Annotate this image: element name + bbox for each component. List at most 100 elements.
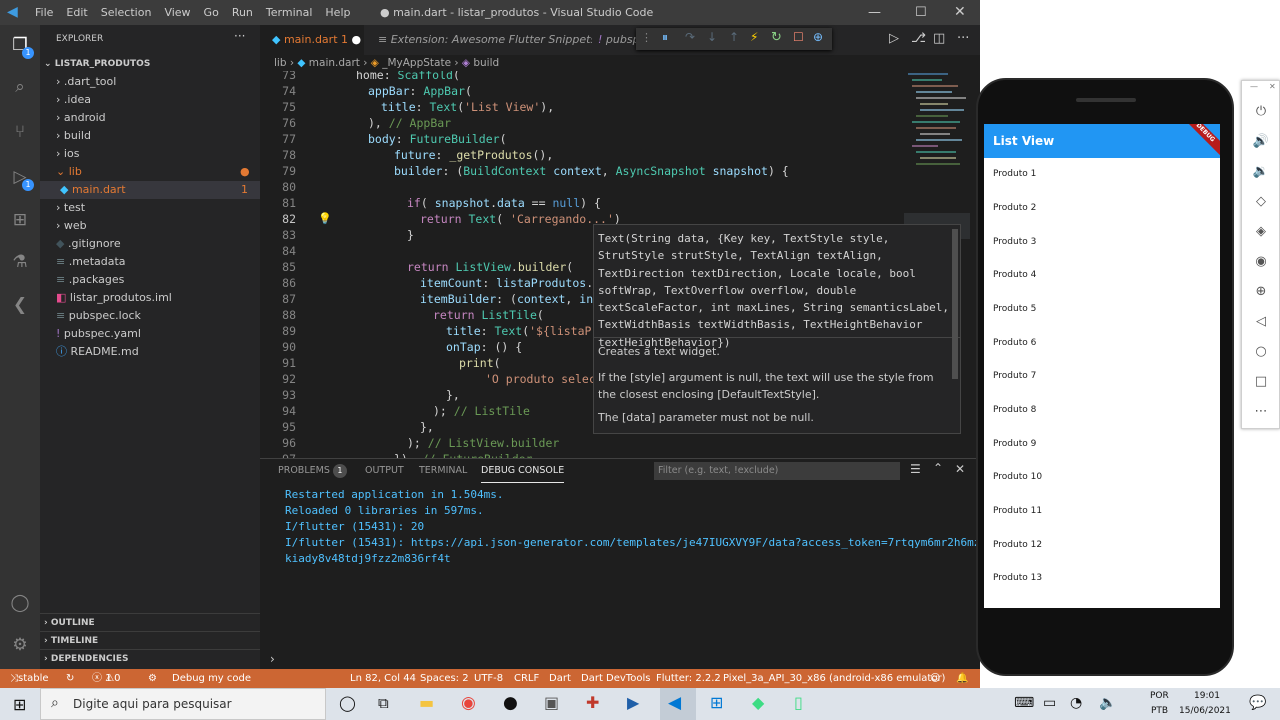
android-studio-icon[interactable]: ◆ xyxy=(752,693,764,712)
tree-item-idea[interactable]: › .idea xyxy=(40,91,260,109)
windows-start-icon[interactable]: ⊞ xyxy=(13,695,26,714)
tab-pubspec[interactable]: ! pubsp xyxy=(592,25,640,55)
compare-icon[interactable]: ◫ xyxy=(933,31,945,46)
step-into-icon[interactable]: ↓ xyxy=(707,30,717,44)
feedback-icon[interactable]: ☺ xyxy=(930,669,940,688)
close-window-icon[interactable]: ✕ xyxy=(954,0,966,25)
more-icon[interactable]: ⋯ xyxy=(1252,403,1270,421)
status-device[interactable]: Pixel_3a_API_30_x86 (android-x86 emulato… xyxy=(723,669,945,688)
status-branch[interactable]: ⤨ stable xyxy=(10,669,49,688)
section-timeline[interactable]: › TIMELINE xyxy=(40,631,260,649)
extensions-icon[interactable]: ⊞ xyxy=(8,208,32,232)
menu-view[interactable]: View xyxy=(164,0,190,25)
lightbulb-icon[interactable]: 💡 xyxy=(318,211,332,227)
crumb-file[interactable]: main.dart xyxy=(309,57,360,69)
section-dependencies[interactable]: › DEPENDENCIES xyxy=(40,649,260,667)
bell-icon[interactable]: 🔔 xyxy=(956,669,968,688)
close-panel-icon[interactable]: ✕ xyxy=(955,462,965,476)
tray-lang-2[interactable]: PTB xyxy=(1151,706,1168,716)
tree-item-main-dart[interactable]: ◆ main.dart 1 xyxy=(40,181,260,199)
status-encoding[interactable]: UTF-8 xyxy=(474,669,503,688)
tab-terminal[interactable]: TERMINAL xyxy=(419,459,467,483)
source-control-icon[interactable]: ⑂ xyxy=(8,120,32,144)
hot-reload-icon[interactable]: ⚡ xyxy=(750,30,758,44)
filter-input[interactable]: Filter (e.g. text, !exclude) xyxy=(654,462,900,480)
app-window-icon[interactable]: ▣ xyxy=(544,693,559,712)
tab-main-dart[interactable]: ◆ main.dart 1 ● xyxy=(260,25,364,55)
status-language[interactable]: Dart xyxy=(549,669,571,688)
list-item[interactable]: Produto 5 xyxy=(993,304,1036,314)
status-eol[interactable]: CRLF xyxy=(514,669,539,688)
tree-item-pubspec-lock[interactable]: ≡ pubspec.lock xyxy=(40,307,260,325)
tray-lang-1[interactable]: POR xyxy=(1150,691,1169,701)
list-item[interactable]: Produto 2 xyxy=(993,203,1036,213)
list-item[interactable]: Produto 4 xyxy=(993,270,1036,280)
task-view-icon[interactable]: ⧉ xyxy=(378,694,389,712)
status-cursor-position[interactable]: Ln 82, Col 44 xyxy=(350,669,416,688)
hover-scrollbar[interactable] xyxy=(952,229,958,379)
volume-icon[interactable]: 🔈 xyxy=(1099,695,1116,711)
crumb-lib[interactable]: lib xyxy=(274,57,287,69)
step-over-icon[interactable]: ↷ xyxy=(685,30,695,44)
notification-icon[interactable]: 💬 xyxy=(1249,695,1266,711)
project-root[interactable]: ⌄ LISTAR_PRODUTOS xyxy=(40,55,260,73)
sync-icon[interactable]: ↻ xyxy=(66,669,74,688)
volume-down-icon[interactable]: 🔉 xyxy=(1252,163,1270,181)
list-item[interactable]: Produto 7 xyxy=(993,371,1036,381)
status-debug-config[interactable]: Debug my code xyxy=(172,669,251,688)
list-item[interactable]: Produto 11 xyxy=(993,506,1042,516)
branch-icon[interactable]: ⎇ xyxy=(911,31,926,46)
tree-item-gitignore[interactable]: ◆ .gitignore xyxy=(40,235,260,253)
status-flutter[interactable]: Flutter: 2.2.2 xyxy=(656,669,721,688)
menu-go[interactable]: Go xyxy=(204,0,219,25)
menu-edit[interactable]: Edit xyxy=(66,0,87,25)
stop-icon[interactable]: ☐ xyxy=(793,30,804,44)
powershell-icon[interactable]: ▶ xyxy=(627,693,639,712)
crumb-class[interactable]: _MyAppState xyxy=(382,57,451,69)
list-item[interactable]: Produto 13 xyxy=(993,573,1042,583)
windows-store-icon[interactable]: ⊞ xyxy=(710,693,723,712)
flask-icon[interactable]: ⚗ xyxy=(8,250,32,274)
list-item[interactable]: Produto 10 xyxy=(993,472,1042,482)
tree-item-build[interactable]: › build xyxy=(40,127,260,145)
split-editor-icon[interactable]: ··· xyxy=(957,31,969,46)
manage-gear-icon[interactable]: ⚙ xyxy=(8,633,32,657)
clock-time[interactable]: 19:01 xyxy=(1194,691,1220,701)
list-item[interactable]: Produto 6 xyxy=(993,338,1036,348)
app-icon[interactable]: ✚ xyxy=(586,693,599,712)
tree-item-test[interactable]: › test xyxy=(40,199,260,217)
back-icon[interactable]: ◁ xyxy=(1252,313,1270,331)
tree-item-dart-tool[interactable]: › .dart_tool xyxy=(40,73,260,91)
crumb-method[interactable]: build xyxy=(473,57,499,69)
status-problems[interactable]: ⓧ 1 ⚠ 0 xyxy=(92,669,121,688)
maximize-panel-icon[interactable]: ⌃ xyxy=(933,461,943,475)
vscode-taskbar-icon[interactable]: ◀ xyxy=(668,693,681,713)
account-icon[interactable]: ◯ xyxy=(8,591,32,615)
search-icon[interactable]: ⌕ xyxy=(8,75,32,99)
rotate-right-icon[interactable]: ◈ xyxy=(1252,223,1270,241)
debug-icon[interactable]: ⚙ xyxy=(148,669,157,688)
tree-item-pubspec-yaml[interactable]: ! pubspec.yaml xyxy=(40,325,260,343)
minimize-emulator-icon[interactable]: — xyxy=(1250,82,1258,91)
tree-item-packages[interactable]: ≡ .packages xyxy=(40,271,260,289)
tree-item-ios[interactable]: › ios xyxy=(40,145,260,163)
list-item[interactable]: Produto 12 xyxy=(993,540,1042,550)
drag-handle-icon[interactable]: ⋮ xyxy=(641,31,652,44)
power-icon[interactable]: ⏻ xyxy=(1252,103,1270,121)
github-icon[interactable]: ● xyxy=(503,693,518,713)
menu-run[interactable]: Run xyxy=(232,0,253,25)
close-emulator-icon[interactable]: ✕ xyxy=(1269,82,1276,91)
status-devtools[interactable]: Dart DevTools xyxy=(581,669,650,688)
chrome-icon[interactable]: ◉ xyxy=(461,693,476,713)
console-input-chevron-icon[interactable]: › xyxy=(270,652,275,666)
explorer-more-icon[interactable]: ··· xyxy=(234,29,245,43)
home-icon[interactable]: ○ xyxy=(1252,343,1270,361)
tree-item-iml[interactable]: ◧ listar_produtos.iml xyxy=(40,289,260,307)
list-item[interactable]: Produto 8 xyxy=(993,405,1036,415)
step-out-icon[interactable]: ↑ xyxy=(729,30,739,44)
list-item[interactable]: Produto 9 xyxy=(993,439,1036,449)
wifi-icon[interactable]: ◔ xyxy=(1070,695,1082,711)
clock-date[interactable]: 15/06/2021 xyxy=(1179,706,1231,716)
inspect-icon[interactable]: ⊕ xyxy=(813,30,823,44)
tree-item-lib[interactable]: ⌄ lib ● xyxy=(40,163,260,181)
